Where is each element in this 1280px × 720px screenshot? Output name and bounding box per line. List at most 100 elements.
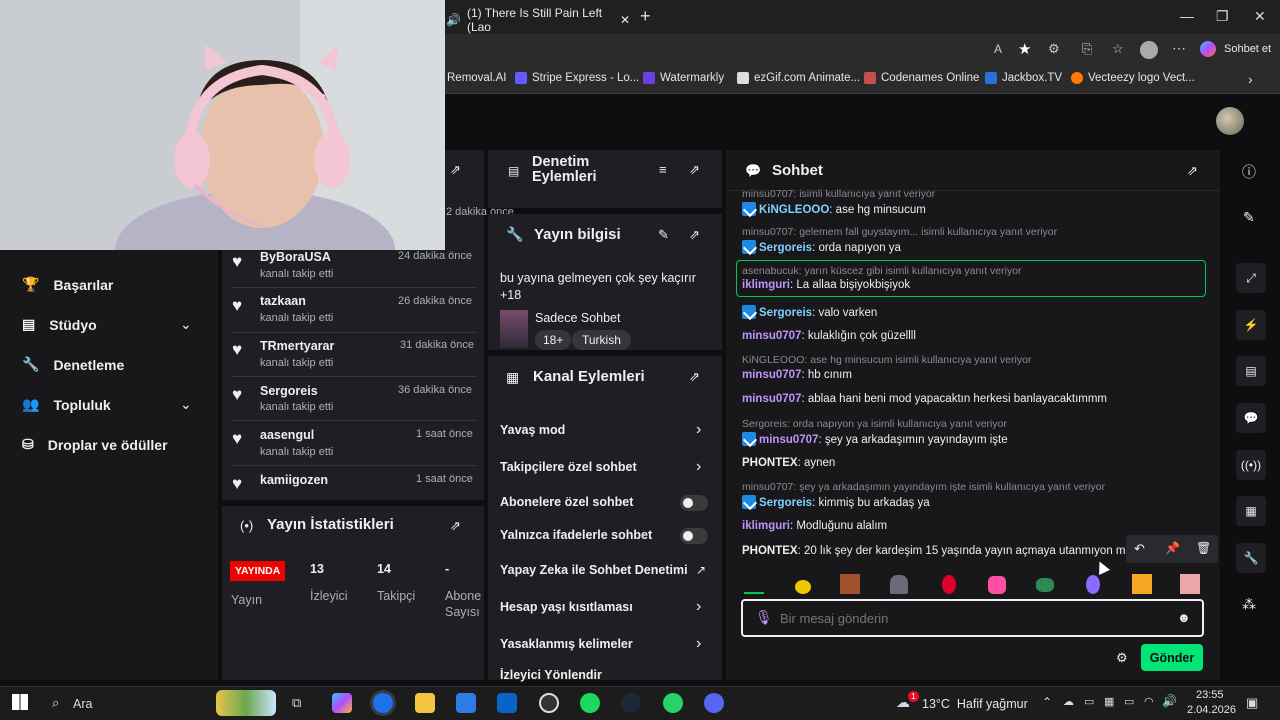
popout-icon[interactable]: ⇗ <box>689 369 700 385</box>
nav-item-drops[interactable]: ⛁ Droplar ve ödüller <box>22 436 168 453</box>
action-subs-only[interactable]: Abonelere özel sohbet <box>500 495 633 509</box>
close-window-button[interactable]: ✕ <box>1254 8 1266 25</box>
taskbar-search-label[interactable]: Ara <box>73 697 92 711</box>
activity-username[interactable]: ByBoraUSA <box>260 250 331 264</box>
microphone-icon[interactable]: 🎙 <box>755 609 773 626</box>
emote-only-toggle[interactable] <box>680 528 708 544</box>
weather-text[interactable]: 13°C Hafif yağmur <box>922 697 1028 711</box>
chat-message[interactable]: Sergoreis: orda napıyon ya <box>742 240 901 254</box>
edge-taskbar-icon[interactable] <box>373 693 393 713</box>
emote-icon[interactable] <box>1180 574 1200 594</box>
search-icon[interactable]: ⌕ <box>52 695 59 711</box>
more-menu-icon[interactable]: ⋯ <box>1172 40 1186 57</box>
file-explorer-icon[interactable] <box>415 693 435 713</box>
chat-message[interactable]: Sergoreis: kimmiş bu arkadaş ya <box>742 495 930 509</box>
popout-icon[interactable]: ⇗ <box>1187 163 1198 179</box>
action-emote-only[interactable]: Yalnızca ifadelerle sohbet <box>500 528 652 542</box>
search-highlight-image[interactable] <box>216 690 276 716</box>
emote-icon[interactable] <box>840 574 860 594</box>
action-followers-only[interactable]: Takipçilere özel sohbet <box>500 460 637 474</box>
chat-message[interactable]: minsu0707: hb cınım <box>742 369 852 381</box>
chat-settings-icon[interactable]: ⚙ <box>1116 650 1128 666</box>
layout-icon[interactable]: ▦ <box>1236 496 1266 526</box>
chat-message[interactable]: minsu0707: kulaklığın çok güzellll <box>742 330 916 342</box>
mail-icon[interactable] <box>497 693 517 713</box>
bookmarks-more-icon[interactable]: › <box>1248 71 1253 87</box>
extensions-icon[interactable]: ⚙ <box>1048 41 1060 57</box>
windows-start-icon[interactable] <box>12 694 28 710</box>
battery-icon[interactable]: ▭ <box>1124 695 1134 708</box>
emote-icon[interactable] <box>1132 574 1152 594</box>
bookmark-item[interactable]: Watermarkly <box>643 72 724 84</box>
category-name[interactable]: Sadece Sohbet <box>535 311 621 325</box>
activity-username[interactable]: aasengul <box>260 428 314 442</box>
activity-username[interactable]: TRmertyarar <box>260 339 334 353</box>
chat-message[interactable]: PHONTEX: aynen <box>742 457 835 469</box>
popout-icon[interactable]: ⇗ <box>450 162 461 178</box>
bookmark-item[interactable]: Jackbox.TV <box>985 72 1062 84</box>
external-link-icon[interactable]: ↗ <box>696 563 706 577</box>
info-icon[interactable]: ⓘ <box>1242 162 1256 182</box>
chat-message[interactable]: minsu0707: ablaa hani beni mod yapacaktı… <box>742 393 1107 405</box>
emote-icon[interactable] <box>795 580 811 594</box>
edit-icon[interactable]: ✎ <box>658 227 669 243</box>
browser-tab[interactable]: 🔊 (1) There Is Still Pain Left (Lao ✕ <box>446 6 630 34</box>
whatsapp-icon[interactable] <box>663 693 683 713</box>
chevron-down-icon[interactable]: ⌄ <box>180 396 192 413</box>
chevron-right-icon[interactable]: › <box>696 635 701 653</box>
steam-icon[interactable] <box>621 693 641 713</box>
close-tab-icon[interactable]: ✕ <box>620 13 630 27</box>
copilot-icon[interactable] <box>1200 41 1216 57</box>
new-tab-button[interactable]: + <box>640 6 651 27</box>
pin-icon[interactable]: 📌 <box>1165 541 1180 555</box>
discord-icon[interactable] <box>704 693 724 713</box>
activity-username[interactable]: Sergoreis <box>260 384 318 398</box>
extensions-icon[interactable]: ⁂ <box>1242 596 1256 613</box>
user-avatar[interactable] <box>1216 107 1244 135</box>
popout-icon[interactable]: ⇗ <box>689 227 700 243</box>
emote-picker-icon[interactable]: ☻ <box>1177 610 1191 625</box>
chatgpt-icon[interactable] <box>539 693 559 713</box>
action-ai-moderation[interactable]: Yapay Zeka ile Sohbet Denetimi <box>500 563 688 577</box>
chat-message[interactable]: KiNGLEOOO: ase hg minsucum <box>742 202 926 216</box>
bookmark-item[interactable]: ezGif.com Animate... <box>737 72 860 84</box>
action-account-age[interactable]: Hesap yaşı kısıtlaması <box>500 600 633 614</box>
send-button[interactable]: Gönder <box>1141 644 1203 671</box>
chevron-right-icon[interactable]: › <box>696 458 701 476</box>
chat-message[interactable]: iklimguri: La allaa bişiyokbişiyok <box>742 279 910 291</box>
bookmark-item[interactable]: Removal.AI <box>447 72 506 84</box>
speaker-icon[interactable]: 🔊 <box>446 13 461 27</box>
spotify-icon[interactable] <box>580 693 600 713</box>
clip-icon[interactable]: ⤢ <box>1236 263 1266 293</box>
emote-icon[interactable] <box>988 576 1006 594</box>
read-aloud-icon[interactable]: A <box>994 42 1002 56</box>
filter-icon[interactable]: ≡ <box>659 162 667 177</box>
favorites-icon[interactable]: ☆ <box>1112 41 1124 57</box>
copilot-label[interactable]: Sohbet et <box>1224 43 1271 55</box>
wifi-icon[interactable]: ◠ <box>1144 695 1154 708</box>
chat-message[interactable]: minsu0707: şey ya arkadaşımın yayındayım… <box>742 432 1008 446</box>
delete-icon[interactable]: 🗑 <box>1196 541 1211 555</box>
nav-item-moderation[interactable]: 🔧 Denetleme <box>22 356 124 373</box>
wrench-icon[interactable]: 🔧 <box>1236 543 1266 573</box>
network-icon[interactable]: ▦ <box>1104 695 1114 708</box>
chat-message[interactable]: PHONTEX: 20 lık şey der kardeşim 15 yaşı… <box>742 545 1126 557</box>
activity-username[interactable]: tazkaan <box>260 294 306 308</box>
notes-icon[interactable]: ▤ <box>1236 356 1266 386</box>
action-blocked-terms[interactable]: Yasaklanmış kelimeler <box>500 637 633 651</box>
emote-icon[interactable] <box>1036 578 1054 592</box>
nav-item-studio[interactable]: ▤ Stüdyo <box>22 316 97 333</box>
action-slow-mode[interactable]: Yavaş mod <box>500 423 565 437</box>
onedrive-icon[interactable]: ☁ <box>1063 695 1074 708</box>
favorite-star-icon[interactable]: ★ <box>1018 40 1031 58</box>
tag-pill[interactable]: 18+ <box>535 330 572 350</box>
clock-time[interactable]: 23:55 <box>1196 689 1224 701</box>
emote-icon[interactable] <box>1086 575 1100 594</box>
emote-icon[interactable] <box>890 575 908 594</box>
split-screen-icon[interactable]: ⎘ <box>1082 41 1092 57</box>
chat-message[interactable]: Sergoreis: valo varken <box>742 305 877 319</box>
chevron-down-icon[interactable]: ⌄ <box>180 316 192 333</box>
minimize-button[interactable]: — <box>1180 8 1194 24</box>
emote-icon[interactable] <box>942 575 956 594</box>
edit-icon[interactable]: ✎ <box>1243 209 1255 226</box>
